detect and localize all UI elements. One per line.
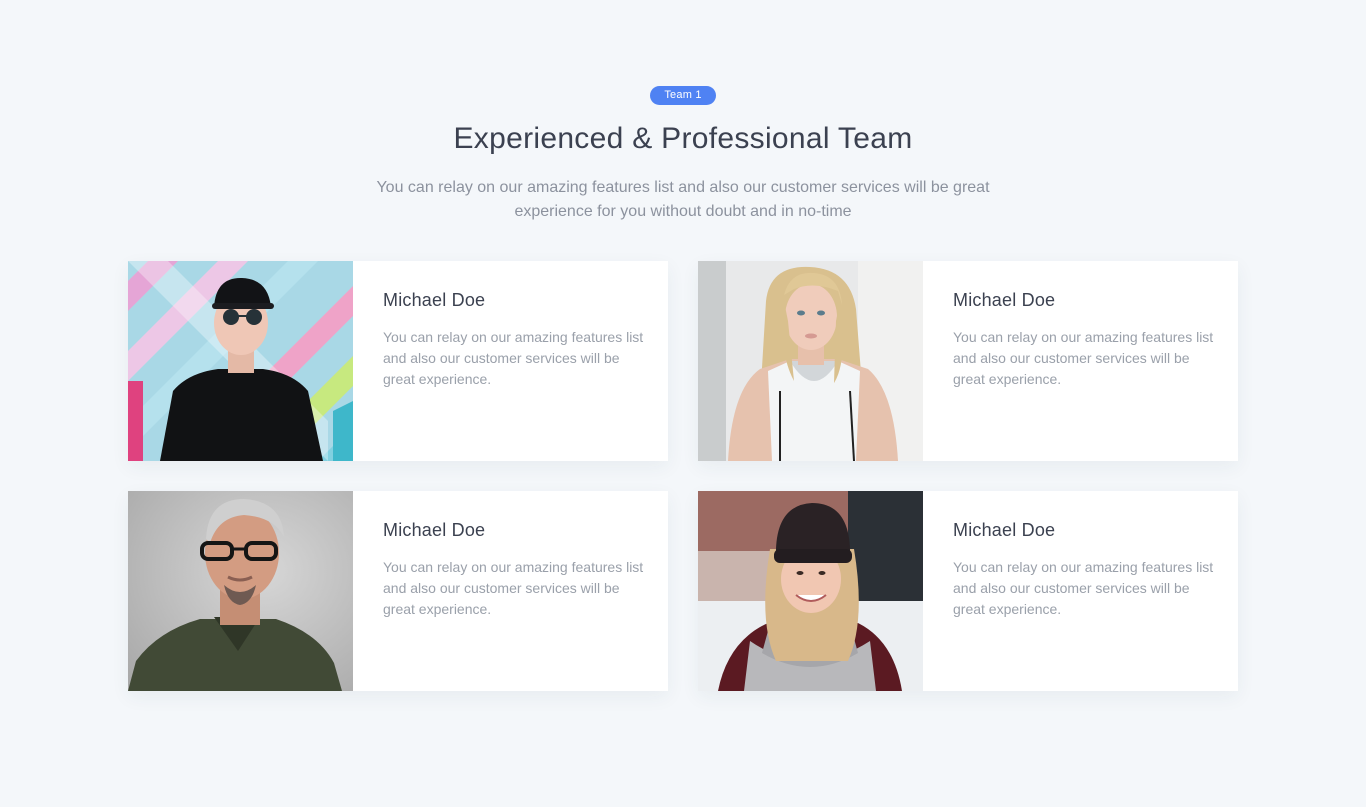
member-name: Michael Doe bbox=[383, 290, 486, 310]
member-description: You can relay on our amazing features li… bbox=[953, 559, 1214, 617]
member-photo-image bbox=[128, 491, 353, 691]
member-photo-image bbox=[698, 261, 923, 461]
section-badge: Team 1 bbox=[650, 86, 716, 105]
member-photo bbox=[698, 491, 923, 691]
team-card: Michael Doe You can relay on our amazing… bbox=[128, 261, 668, 461]
member-photo bbox=[128, 491, 353, 691]
member-photo bbox=[698, 261, 923, 461]
member-name: Michael Doe bbox=[953, 290, 1056, 310]
member-photo-image bbox=[698, 491, 923, 691]
team-card: Michael Doe You can relay on our amazing… bbox=[698, 261, 1238, 461]
member-photo-image bbox=[128, 261, 353, 461]
section-title: Experienced & Professional Team bbox=[453, 122, 913, 155]
team-section: Team 1 Experienced & Professional Team Y… bbox=[0, 0, 1366, 807]
member-name: Michael Doe bbox=[383, 520, 486, 540]
team-card: Michael Doe You can relay on our amazing… bbox=[698, 491, 1238, 691]
member-photo bbox=[128, 261, 353, 461]
member-description: You can relay on our amazing features li… bbox=[953, 329, 1214, 387]
member-name: Michael Doe bbox=[953, 520, 1056, 540]
member-description: You can relay on our amazing features li… bbox=[383, 559, 644, 617]
team-card: Michael Doe You can relay on our amazing… bbox=[128, 491, 668, 691]
section-subtitle: You can relay on our amazing features li… bbox=[376, 179, 990, 220]
member-description: You can relay on our amazing features li… bbox=[383, 329, 644, 387]
